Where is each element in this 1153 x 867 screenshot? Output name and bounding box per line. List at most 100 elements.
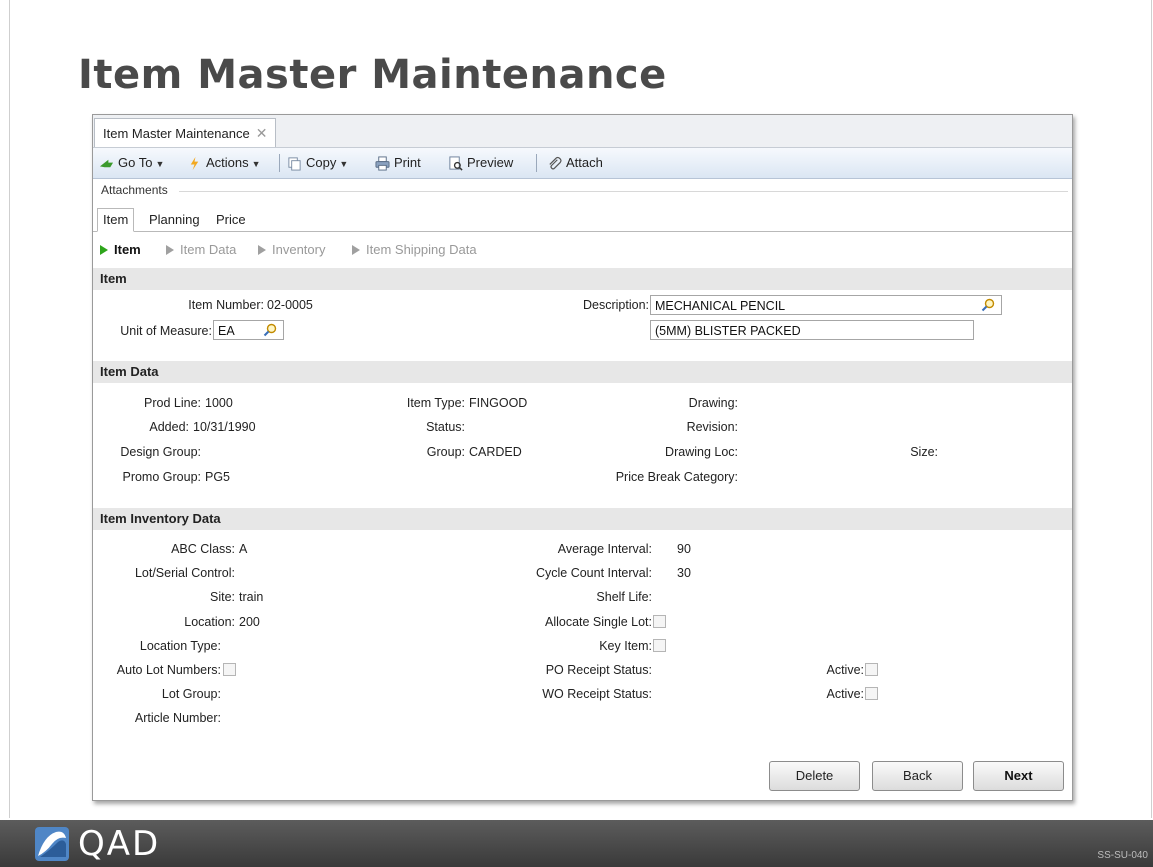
app-window: Item Master Maintenance ✕ Go To ▼ Actions ▼… (92, 114, 1073, 801)
section-title: Item Data (100, 364, 159, 379)
print-button[interactable]: Print (375, 148, 421, 178)
copy-icon (288, 157, 301, 171)
abc-class-label: ABC Class: (171, 542, 235, 556)
toolbar-divider (279, 154, 280, 172)
added-label: Added: (149, 420, 189, 434)
slide-footer (0, 820, 1153, 867)
qad-logo-icon (35, 827, 69, 861)
toolbar-divider (536, 154, 537, 172)
delete-button[interactable]: Delete (769, 761, 860, 791)
description-field-1[interactable]: MECHANICAL PENCIL (650, 295, 1002, 315)
attach-button[interactable]: Attach (547, 148, 603, 178)
actions-button[interactable]: Actions ▼ (187, 148, 261, 178)
actions-label: Actions (206, 155, 249, 170)
attachments-divider (179, 191, 1068, 192)
promo-group-label: Promo Group: (122, 470, 201, 484)
group-label: Group: (426, 445, 465, 459)
allocate-single-lot-checkbox[interactable] (653, 615, 666, 628)
promo-group-value: PG5 (205, 470, 231, 484)
section-title: Item (100, 271, 127, 286)
allocate-single-lot-label: Allocate Single Lot: (544, 615, 652, 629)
search-icon[interactable] (263, 323, 277, 337)
section-item-header: Item (93, 268, 1072, 290)
section-title: Item Inventory Data (100, 511, 221, 526)
back-button[interactable]: Back (872, 761, 963, 791)
slide: Item Master Maintenance Item Master Main… (0, 0, 1153, 867)
tab-price[interactable]: Price (211, 209, 251, 231)
play-arrow-icon (258, 245, 266, 255)
preview-button[interactable]: Preview (448, 148, 513, 178)
toolbar: Go To ▼ Actions ▼ Copy ▼ Print Preview Atta… (93, 148, 1072, 179)
step-breadcrumb: Item Item Data Inventory Item Shipping D… (93, 232, 1072, 269)
size-label: Size: (910, 445, 938, 459)
lightning-icon (190, 157, 199, 171)
auto-lot-numbers-label: Auto Lot Numbers: (116, 663, 221, 677)
key-item-label: Key Item: (599, 639, 652, 653)
description-value-1: MECHANICAL PENCIL (655, 299, 786, 313)
preview-icon (449, 156, 463, 171)
cycle-count-interval-label: Cycle Count Interval: (535, 566, 652, 580)
average-interval-label: Average Interval: (557, 542, 652, 556)
printer-icon (375, 156, 390, 171)
wo-active-checkbox[interactable] (865, 687, 878, 700)
qad-logo-text: QAD (78, 824, 161, 864)
attachments-bar[interactable]: Attachments (93, 179, 1072, 201)
design-group-label: Design Group: (120, 445, 201, 459)
description-value-2: (5MM) BLISTER PACKED (655, 324, 801, 338)
section-inventory-header: Item Inventory Data (93, 508, 1072, 530)
location-value: 200 (239, 615, 260, 629)
wo-receipt-status-label: WO Receipt Status: (542, 687, 652, 701)
group-value: CARDED (469, 445, 522, 459)
copy-button[interactable]: Copy ▼ (287, 148, 348, 178)
unit-of-measure-field[interactable]: EA (213, 320, 284, 340)
tab-planning[interactable]: Planning (144, 209, 205, 231)
price-break-category-label: Price Break Category: (615, 470, 738, 484)
revision-label: Revision: (686, 420, 738, 434)
paperclip-icon (549, 156, 562, 170)
next-button[interactable]: Next (973, 761, 1064, 791)
auto-lot-numbers-checkbox[interactable] (223, 663, 236, 676)
prod-line-value: 1000 (205, 396, 233, 410)
crumb-label: Inventory (272, 242, 326, 257)
po-receipt-status-label: PO Receipt Status: (545, 663, 652, 677)
crumb-item-data[interactable]: Item Data (166, 242, 236, 257)
description-field-2[interactable]: (5MM) BLISTER PACKED (650, 320, 974, 340)
added-value: 10/31/1990 (193, 420, 256, 434)
search-icon[interactable] (981, 298, 995, 312)
attach-label: Attach (566, 155, 603, 170)
document-tab[interactable]: Item Master Maintenance ✕ (94, 118, 277, 147)
subtab-bar: Item Planning Price (93, 207, 1072, 232)
location-label: Location: (184, 615, 235, 629)
site-label: Site: (209, 590, 235, 604)
copy-label: Copy (306, 155, 337, 170)
description-label: Description: (583, 298, 649, 312)
chevron-down-icon: ▼ (339, 159, 349, 169)
lot-group-label: Lot Group: (161, 687, 221, 701)
goto-button[interactable]: Go To ▼ (99, 148, 164, 178)
close-icon[interactable]: ✕ (256, 125, 268, 141)
unit-of-measure-label: Unit of Measure: (120, 324, 212, 338)
article-number-label: Article Number: (134, 711, 221, 725)
prod-line-label: Prod Line: (144, 396, 201, 410)
lot-serial-control-label: Lot/Serial Control: (134, 566, 235, 580)
abc-class-value: A (239, 542, 248, 556)
item-type-value: FINGOOD (469, 396, 528, 410)
goto-arrow-icon (99, 159, 114, 168)
slide-title: Item Master Maintenance (78, 52, 667, 98)
crumb-item-shipping-data[interactable]: Item Shipping Data (352, 242, 477, 257)
goto-label: Go To (118, 155, 153, 170)
play-arrow-icon (352, 245, 360, 255)
crumb-label: Item (114, 242, 141, 257)
cycle-count-interval-value: 30 (677, 566, 691, 580)
key-item-checkbox[interactable] (653, 639, 666, 652)
status-label: Status: (426, 420, 465, 434)
crumb-inventory[interactable]: Inventory (258, 242, 325, 257)
crumb-item[interactable]: Item (100, 242, 141, 257)
preview-label: Preview (467, 155, 514, 170)
chevron-down-icon: ▼ (251, 159, 261, 169)
document-tabstrip: Item Master Maintenance ✕ (93, 115, 1072, 148)
tab-item[interactable]: Item (97, 208, 135, 232)
wo-active-label: Active: (826, 687, 864, 701)
crumb-label: Item Data (180, 242, 237, 257)
po-active-checkbox[interactable] (865, 663, 878, 676)
